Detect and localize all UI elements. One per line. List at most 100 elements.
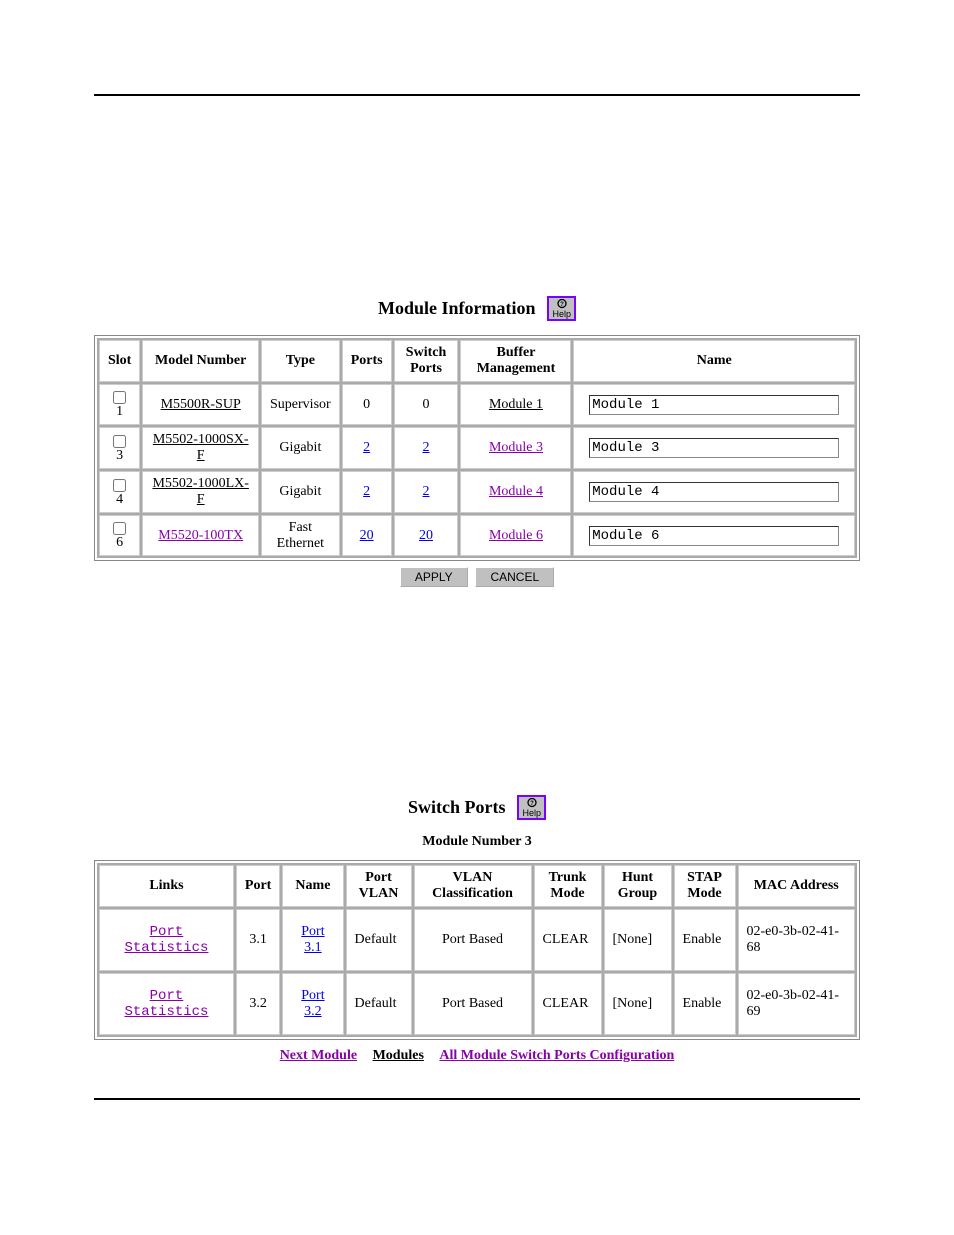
ports-link[interactable]: 2 — [363, 484, 370, 499]
svg-text:?: ? — [530, 801, 534, 807]
table-header-row: Slot Model Number Type Ports Switch Port… — [99, 340, 855, 382]
port-stats-link[interactable]: Port Statistics — [124, 924, 208, 956]
ports-link[interactable]: 2 — [363, 440, 370, 455]
port-cell: 3.2 — [236, 973, 280, 1035]
switch-ports-heading-row: Switch Ports ? Help — [94, 795, 860, 820]
type-cell: Supervisor — [261, 384, 340, 425]
table-row: 1 M5500R-SUP Supervisor 0 0 Module 1 — [99, 384, 855, 425]
buffer-link[interactable]: Module 4 — [489, 484, 543, 499]
module-info-table: Slot Model Number Type Ports Switch Port… — [97, 338, 857, 558]
type-cell: Fast Ethernet — [261, 515, 340, 556]
slot-checkbox[interactable] — [113, 522, 126, 535]
hunt-cell: [None] — [604, 973, 672, 1035]
switch-ports-table-wrapper: Links Port Name Port VLAN VLAN Classific… — [94, 860, 860, 1040]
svg-text:?: ? — [560, 302, 564, 308]
help-button-switch-ports[interactable]: ? Help — [517, 795, 546, 820]
col-mac: MAC Address — [738, 865, 855, 907]
slot-checkbox[interactable] — [113, 391, 126, 404]
help-label: Help — [522, 808, 541, 818]
module-info-title: Module Information — [378, 298, 536, 319]
slot-cell: 1 — [99, 384, 140, 425]
modules-link[interactable]: Modules — [373, 1048, 424, 1063]
port-name-link[interactable]: Port 3.1 — [301, 924, 324, 955]
pvlan-cell: Default — [346, 973, 412, 1035]
col-ports: Ports — [342, 340, 392, 382]
col-pvlan: Port VLAN — [346, 865, 412, 907]
model-link[interactable]: M5500R-SUP — [161, 397, 241, 412]
slot-number: 4 — [108, 492, 131, 508]
col-buffer: Buffer Management — [460, 340, 571, 382]
type-cell: Gigabit — [261, 427, 340, 469]
table-row: Port Statistics 3.2 Port 3.2 Default Por… — [99, 973, 855, 1035]
help-button-module-info[interactable]: ? Help — [547, 296, 576, 321]
col-links: Links — [99, 865, 234, 907]
model-link[interactable]: M5502-1000SX-F — [153, 432, 249, 463]
slot-number: 1 — [108, 404, 131, 420]
slot-number: 6 — [108, 535, 131, 551]
trunk-cell: CLEAR — [534, 973, 602, 1035]
name-input[interactable] — [589, 438, 839, 458]
switch-ports-cell: 0 — [394, 384, 459, 425]
col-port: Port — [236, 865, 280, 907]
col-hunt: Hunt Group — [604, 865, 672, 907]
switch-ports-link[interactable]: 2 — [423, 484, 430, 499]
mac-cell: 02-e0-3b-02-41-69 — [738, 973, 855, 1035]
name-input[interactable] — [589, 395, 839, 415]
slot-number: 3 — [108, 448, 131, 464]
name-input[interactable] — [589, 526, 839, 546]
switch-ports-link[interactable]: 20 — [419, 528, 433, 543]
table-row: Port Statistics 3.1 Port 3.1 Default Por… — [99, 909, 855, 971]
module-info-heading-row: Module Information ? Help — [94, 296, 860, 321]
apply-button[interactable]: APPLY — [400, 567, 468, 587]
switch-ports-title: Switch Ports — [408, 797, 506, 818]
stap-cell: Enable — [674, 909, 736, 971]
module-number-subtitle: Module Number 3 — [94, 834, 860, 850]
switch-ports-table: Links Port Name Port VLAN VLAN Classific… — [97, 863, 857, 1037]
bottom-nav: Next Module Modules All Module Switch Po… — [94, 1048, 860, 1064]
stap-cell: Enable — [674, 973, 736, 1035]
switch-ports-link[interactable]: 2 — [423, 440, 430, 455]
col-name: Name — [573, 340, 855, 382]
pvlan-cell: Default — [346, 909, 412, 971]
col-stap: STAP Mode — [674, 865, 736, 907]
hunt-cell: [None] — [604, 909, 672, 971]
slot-cell: 3 — [99, 427, 140, 469]
buffer-link[interactable]: Module 1 — [489, 397, 543, 412]
trunk-cell: CLEAR — [534, 909, 602, 971]
type-cell: Gigabit — [261, 471, 340, 513]
buffer-link[interactable]: Module 3 — [489, 440, 543, 455]
module-info-table-wrapper: Slot Model Number Type Ports Switch Port… — [94, 335, 860, 561]
table-header-row: Links Port Name Port VLAN VLAN Classific… — [99, 865, 855, 907]
col-vclass: VLAN Classification — [414, 865, 532, 907]
port-stats-link[interactable]: Port Statistics — [124, 988, 208, 1020]
divider-bottom — [94, 1098, 860, 1100]
all-config-link[interactable]: All Module Switch Ports Configuration — [439, 1048, 674, 1063]
col-name: Name — [282, 865, 343, 907]
button-row: APPLY CANCEL — [94, 567, 860, 587]
buffer-link[interactable]: Module 6 — [489, 528, 543, 543]
col-switch-ports: Switch Ports — [394, 340, 459, 382]
name-input[interactable] — [589, 482, 839, 502]
vclass-cell: Port Based — [414, 909, 532, 971]
port-cell: 3.1 — [236, 909, 280, 971]
slot-checkbox[interactable] — [113, 435, 126, 448]
model-link[interactable]: M5520-100TX — [158, 528, 243, 543]
table-row: 6 M5520-100TX Fast Ethernet 20 20 Module… — [99, 515, 855, 556]
col-model: Model Number — [142, 340, 259, 382]
ports-cell: 0 — [342, 384, 392, 425]
port-name-link[interactable]: Port 3.2 — [301, 988, 324, 1019]
slot-cell: 6 — [99, 515, 140, 556]
next-module-link[interactable]: Next Module — [280, 1048, 357, 1063]
slot-cell: 4 — [99, 471, 140, 513]
col-trunk: Trunk Mode — [534, 865, 602, 907]
vclass-cell: Port Based — [414, 973, 532, 1035]
table-row: 4 M5502-1000LX-F Gigabit 2 2 Module 4 — [99, 471, 855, 513]
col-slot: Slot — [99, 340, 140, 382]
cancel-button[interactable]: CANCEL — [475, 567, 554, 587]
ports-link[interactable]: 20 — [360, 528, 374, 543]
help-label: Help — [552, 309, 571, 319]
slot-checkbox[interactable] — [113, 479, 126, 492]
col-type: Type — [261, 340, 340, 382]
model-link[interactable]: M5502-1000LX-F — [152, 476, 248, 507]
mac-cell: 02-e0-3b-02-41-68 — [738, 909, 855, 971]
